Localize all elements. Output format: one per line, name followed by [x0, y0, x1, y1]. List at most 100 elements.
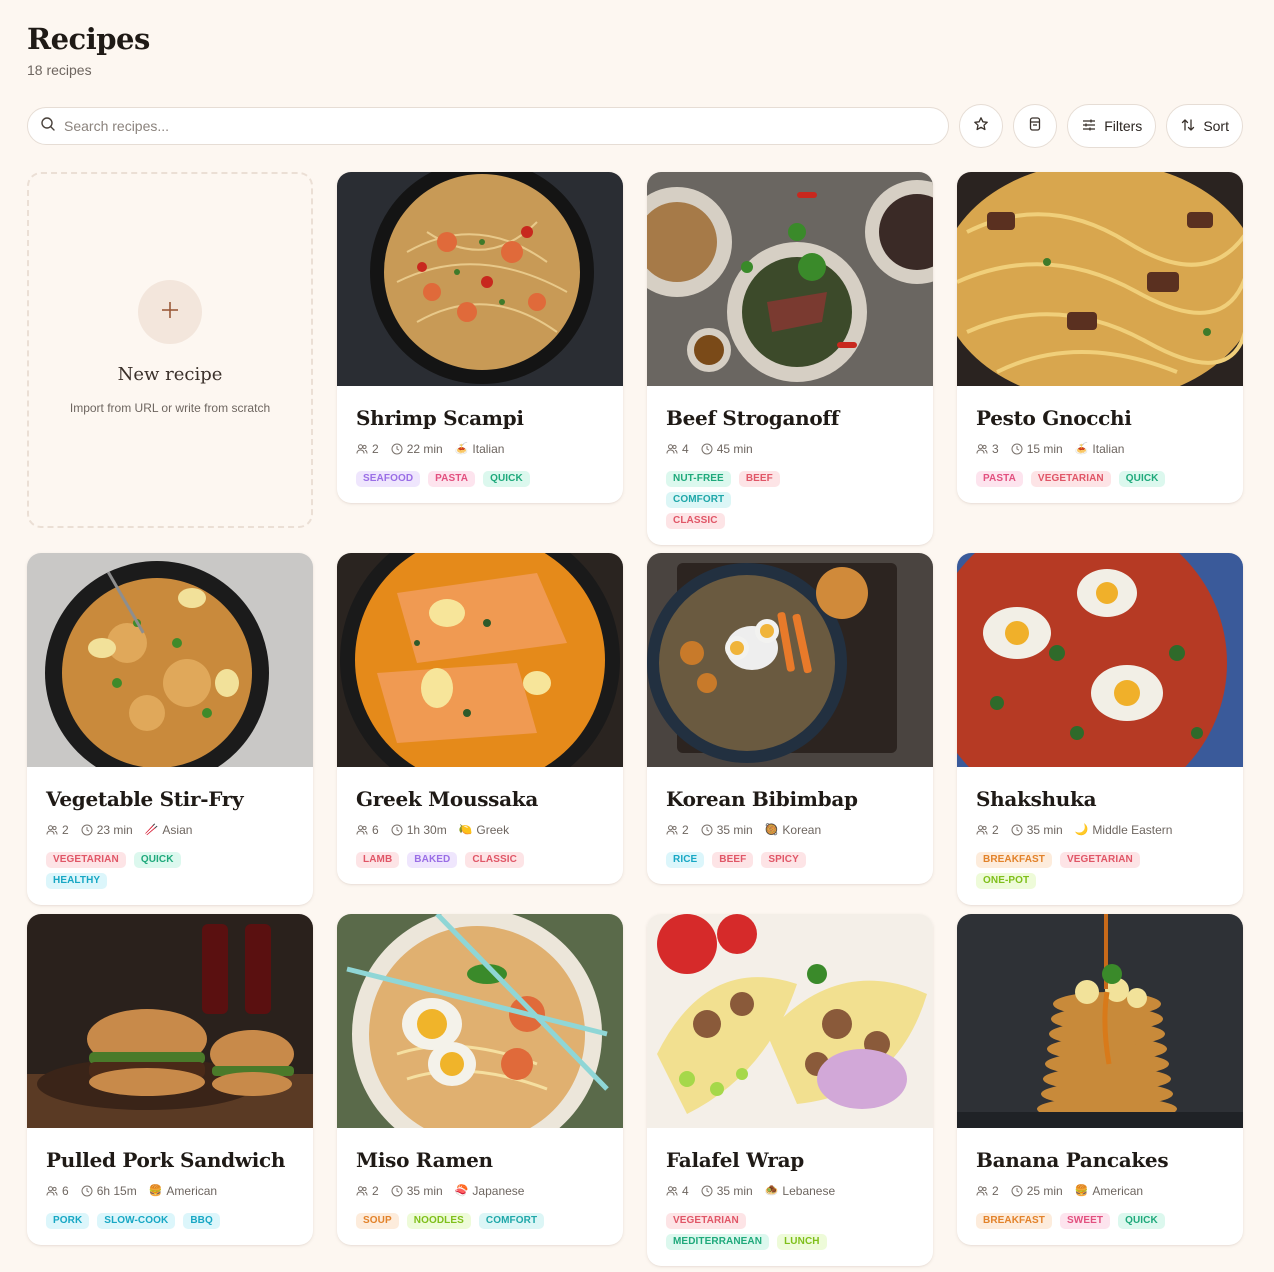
recipe-card[interactable]: Shakshuka 2 35 min 🌙 Middle Eastern BREAKFAST… — [957, 553, 1243, 905]
people-icon — [356, 443, 368, 455]
recipe-meta: 4 35 min 🧆 Lebanese — [666, 1184, 914, 1198]
search-bar[interactable] — [27, 107, 950, 145]
recipe-title[interactable]: Vegetable Stir-Fry — [46, 787, 294, 811]
recipe-card[interactable]: Miso Ramen 2 35 min 🍣 Japanese SOUP NOODLES COM… — [337, 914, 623, 1245]
tag-badge[interactable]: PASTA — [976, 471, 1023, 487]
recipe-title[interactable]: Miso Ramen — [356, 1148, 604, 1172]
cuisine: 🥢 Asian — [145, 823, 193, 837]
cuisine-value: Italian — [472, 442, 505, 456]
tag-badge[interactable]: CLASSIC — [666, 513, 725, 529]
cook-time: 23 min — [81, 823, 133, 837]
tag-badge[interactable]: QUICK — [483, 471, 530, 487]
tag-badge[interactable]: QUICK — [1118, 471, 1166, 487]
recipe-card[interactable]: Pulled Pork Sandwich 6 6h 15m 🍔 American PORK… — [27, 914, 313, 1245]
people-icon — [976, 443, 988, 455]
recipe-title[interactable]: Greek Moussaka — [356, 787, 604, 811]
tag-badge[interactable]: SPICY — [761, 852, 806, 868]
tag-badge[interactable]: SWEET — [1060, 1213, 1111, 1229]
tag-badge[interactable]: SEAFOOD — [356, 471, 421, 487]
recipe-card[interactable]: Pesto Gnocchi 3 15 min 🍝 Italian PASTA VEGETAR… — [957, 172, 1243, 503]
recipe-card[interactable]: Banana Pancakes 2 25 min 🍔 American BREAKFAST… — [957, 914, 1243, 1245]
tag-badge[interactable]: BEEF — [712, 852, 754, 868]
tag-badge[interactable]: SOUP — [356, 1213, 399, 1229]
tag-badge[interactable]: PORK — [46, 1213, 90, 1229]
recipe-card[interactable]: Falafel Wrap 4 35 min 🧆 Lebanese VEGETARIAN ME… — [647, 914, 933, 1266]
recipe-title[interactable]: Shakshuka — [976, 787, 1224, 811]
clock-icon — [391, 443, 403, 455]
tag-badge[interactable]: VEGETARIAN — [1030, 471, 1111, 487]
tag-badge[interactable]: BEEF — [738, 471, 780, 487]
tag-badge[interactable]: RICE — [666, 852, 705, 868]
search-input[interactable] — [64, 118, 949, 134]
tag-badge[interactable]: CLASSIC — [465, 852, 524, 868]
plus-icon — [161, 301, 179, 324]
clock-icon — [701, 443, 713, 455]
recipe-photo — [27, 914, 313, 1128]
recipe-meta: 4 45 min — [666, 442, 914, 456]
servings-value: 4 — [682, 1184, 689, 1198]
servings: 2 — [356, 442, 379, 456]
new-recipe-subtitle: Import from URL or write from scratch — [69, 401, 271, 415]
recipe-title[interactable]: Banana Pancakes — [976, 1148, 1224, 1172]
tag-badge[interactable]: LAMB — [356, 852, 400, 868]
tag-badge[interactable]: LUNCH — [777, 1234, 827, 1250]
tag-badge[interactable]: COMFORT — [666, 492, 732, 508]
filters-button[interactable]: Filters — [1067, 104, 1157, 148]
tag-badge[interactable]: QUICK — [1118, 1213, 1165, 1229]
cook-time-value: 35 min — [716, 823, 753, 837]
tag-badge[interactable]: PASTA — [428, 471, 476, 487]
add-recipe-button[interactable] — [138, 280, 202, 344]
cook-time-value: 35 min — [716, 1184, 753, 1198]
favorites-button[interactable] — [959, 104, 1004, 148]
servings: 3 — [976, 442, 999, 456]
cook-time: 35 min — [1011, 823, 1063, 837]
cuisine-value: Lebanese — [782, 1184, 836, 1198]
tag-badge[interactable]: BREAKFAST — [976, 852, 1053, 868]
tag-badge[interactable]: VEGETARIAN — [46, 852, 126, 868]
tag-list: VEGETARIAN MEDITERRANEAN LUNCH — [666, 1213, 856, 1250]
sort-label: Sort — [1203, 118, 1229, 134]
cuisine-value: Korean — [782, 823, 822, 837]
cook-time: 6h 15m — [81, 1184, 137, 1198]
cuisine-icon: 🥢 — [144, 823, 159, 836]
clock-icon — [1011, 824, 1023, 836]
cook-time: 45 min — [701, 442, 753, 456]
tag-badge[interactable]: NOODLES — [406, 1213, 471, 1229]
cook-time-value: 6h 15m — [96, 1184, 137, 1198]
recipe-card[interactable]: Vegetable Stir-Fry 2 23 min 🥢 Asian VEGETARIA… — [27, 553, 313, 905]
recipe-card[interactable]: Beef Stroganoff 4 45 min NUT-FREE BEEF COMFOR… — [647, 172, 933, 545]
people-icon — [976, 1185, 988, 1197]
recipe-title[interactable]: Beef Stroganoff — [666, 406, 914, 430]
tag-list: PASTA VEGETARIAN QUICK — [976, 471, 1166, 487]
tag-list: RICE BEEF SPICY — [666, 852, 856, 868]
tag-list: BREAKFAST SWEET QUICK — [976, 1213, 1166, 1229]
saved-button[interactable] — [1013, 104, 1058, 148]
tag-badge[interactable]: NUT-FREE — [666, 471, 731, 487]
tag-badge[interactable]: HEALTHY — [46, 873, 108, 889]
recipe-card[interactable]: Shrimp Scampi 2 22 min 🍝 Italian SEAFOOD PASTA… — [337, 172, 623, 503]
tag-badge[interactable]: VEGETARIAN — [666, 1213, 746, 1229]
sort-button[interactable]: Sort — [1166, 104, 1243, 148]
recipe-title[interactable]: Falafel Wrap — [666, 1148, 914, 1172]
clock-icon — [1011, 443, 1023, 455]
recipe-title[interactable]: Korean Bibimbap — [666, 787, 914, 811]
tag-badge[interactable]: BAKED — [407, 852, 458, 868]
tag-badge[interactable]: MEDITERRANEAN — [666, 1234, 770, 1250]
cuisine: 🧆 Lebanese — [765, 1184, 835, 1198]
new-recipe-card[interactable]: New recipe Import from URL or write from… — [27, 172, 313, 528]
tag-badge[interactable]: BBQ — [183, 1213, 220, 1229]
tag-badge[interactable]: COMFORT — [478, 1213, 545, 1229]
recipe-photo — [337, 553, 623, 800]
recipe-title[interactable]: Pesto Gnocchi — [976, 406, 1224, 430]
cook-time: 35 min — [701, 1184, 753, 1198]
recipe-title[interactable]: Shrimp Scampi — [356, 406, 604, 430]
tag-badge[interactable]: BREAKFAST — [976, 1213, 1053, 1229]
recipe-card[interactable]: Korean Bibimbap 2 35 min 🥘 Korean RICE BEEF SPI… — [647, 553, 933, 884]
tag-badge[interactable]: SLOW-COOK — [97, 1213, 176, 1229]
recipe-title[interactable]: Pulled Pork Sandwich — [46, 1148, 294, 1172]
tag-badge[interactable]: VEGETARIAN — [1060, 852, 1140, 868]
recipe-card[interactable]: Greek Moussaka 6 1h 30m 🍋 Greek LAMB BAKED CLAS… — [337, 553, 623, 884]
servings: 2 — [356, 1184, 379, 1198]
tag-badge[interactable]: QUICK — [133, 852, 181, 868]
tag-badge[interactable]: ONE-POT — [976, 873, 1037, 889]
